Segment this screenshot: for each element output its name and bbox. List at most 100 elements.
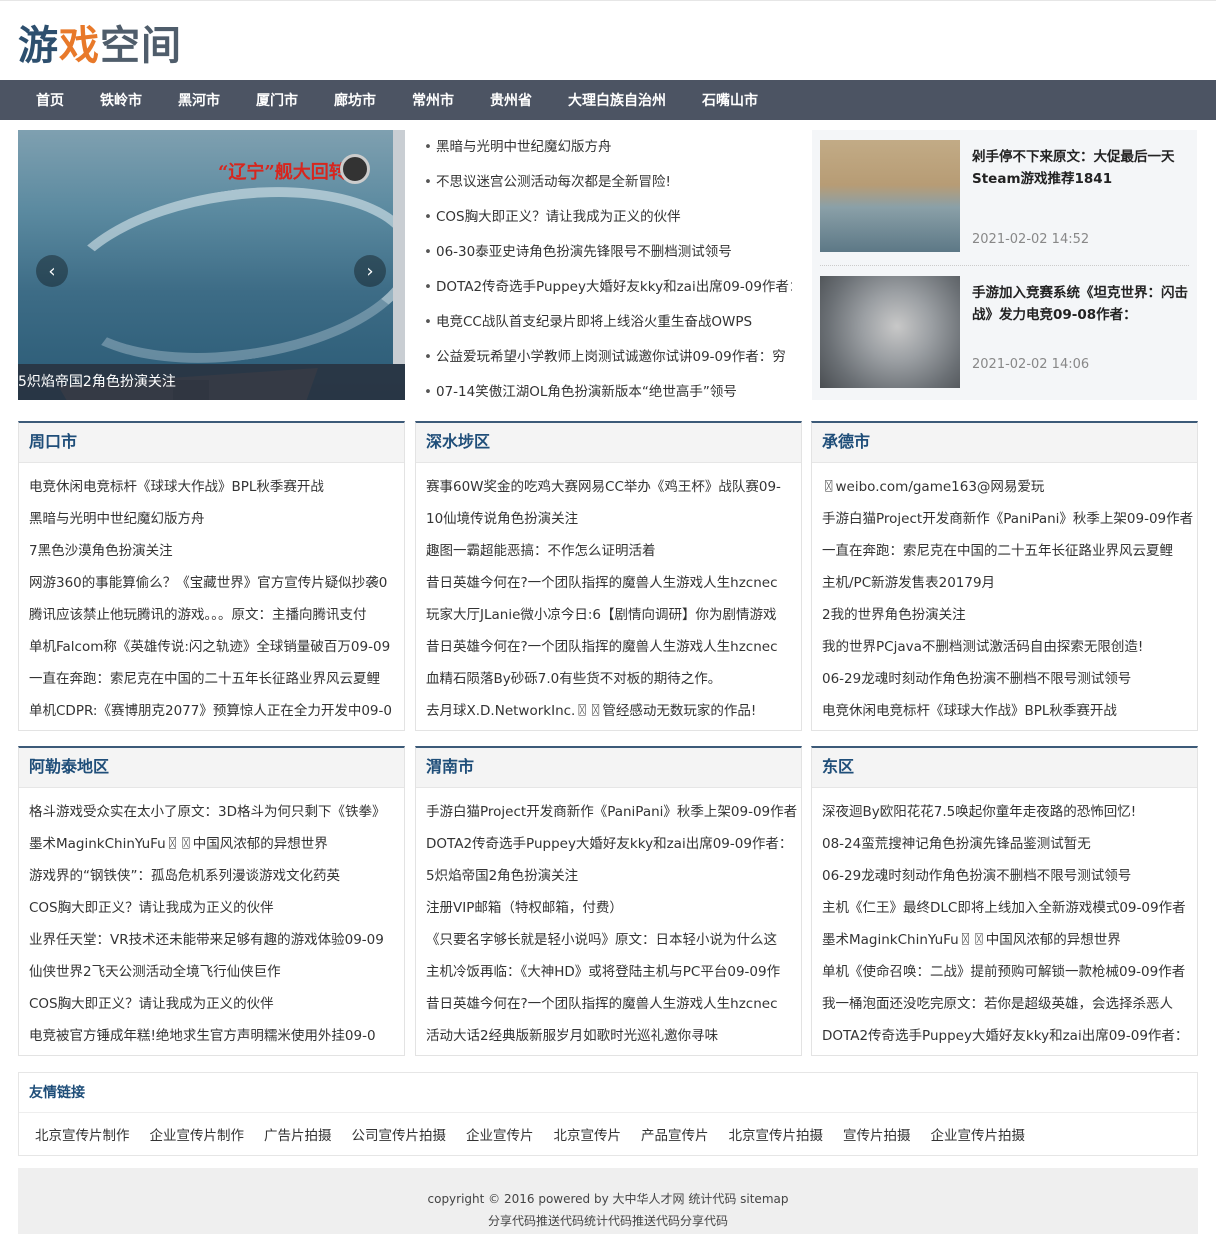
category-list-item[interactable]: COS胸大即正义？请让我成为正义的伙伴 bbox=[29, 988, 404, 1020]
nav-item-home[interactable]: 首页 bbox=[36, 90, 64, 110]
headline-item[interactable]: 06-30泰亚史诗角色扮演先锋限号不删档测试领号 bbox=[424, 235, 792, 270]
featured-title[interactable]: 剁手停不下来原文：大促最后一天Steam游戏推荐1841 bbox=[972, 146, 1189, 190]
featured-item[interactable]: 手游加入竞赛系统《坦克世界：闪击战》发力电竞09-08作者： 2021-02-0… bbox=[820, 265, 1189, 388]
category-title[interactable]: 东区 bbox=[812, 748, 1197, 788]
category-list-item[interactable]: 单机CDPR:《赛博朋克2077》预算惊人正在全力开发中09-0 bbox=[29, 695, 404, 727]
category-box-shamshuipo: 深水埗区 赛事60W奖金的吃鸡大赛网易CC举办《鸡王杯》战队赛09- 10仙境传… bbox=[415, 421, 802, 731]
category-list-item[interactable]: 格斗游戏受众实在太小了原文：3D格斗为何只剩下《铁拳》 bbox=[29, 796, 404, 828]
friend-links: 友情链接 北京宣传片制作 企业宣传片制作 广告片拍摄 公司宣传片拍摄 企业宣传片… bbox=[18, 1072, 1198, 1156]
featured-thumbnail[interactable] bbox=[820, 140, 960, 252]
chevron-left-icon[interactable]: ‹ bbox=[36, 255, 68, 287]
headline-item[interactable]: COS胸大即正义？请让我成为正义的伙伴 bbox=[424, 200, 792, 235]
category-title[interactable]: 阿勒泰地区 bbox=[19, 748, 404, 788]
nav-item-shizuishan[interactable]: 石嘴山市 bbox=[702, 90, 758, 110]
category-list-item[interactable]: 昔日英雄今何在?一个团队指挥的魔兽人生游戏人生hzcnec bbox=[426, 631, 801, 663]
category-list-item[interactable]: 我的世界PCjava不删档测试激活码自由探索无限创造! bbox=[822, 631, 1197, 663]
nav-item-dali[interactable]: 大理白族自治州 bbox=[568, 90, 666, 110]
friend-link[interactable]: 北京宣传片 bbox=[554, 1124, 622, 1144]
category-title[interactable]: 深水埗区 bbox=[416, 423, 801, 463]
headline-item[interactable]: 07-14笑傲江湖OL角色扮演新版本“绝世高手”领号 bbox=[424, 375, 792, 410]
site-footer: copyright © 2016 powered by 大中华人才网 统计代码 … bbox=[18, 1168, 1198, 1234]
category-list-item[interactable]: 主机《仁王》最终DLC即将上线加入全新游戏模式09-09作者 bbox=[822, 892, 1197, 924]
category-list-item[interactable]: 活动大话2经典版新服岁月如歌时光巡礼邀你寻味 bbox=[426, 1020, 801, 1052]
category-list-item[interactable]: 注册VIP邮箱（特权邮箱，付费） bbox=[426, 892, 801, 924]
headline-item[interactable]: 黑暗与光明中世纪魔幻版方舟 bbox=[424, 130, 792, 165]
category-list-item[interactable]: 06-29龙魂时刻动作角色扮演不删档不限号测试领号 bbox=[822, 860, 1197, 892]
category-list-item[interactable]: 〿weibo.com/game163@网易爱玩 bbox=[822, 471, 1197, 503]
category-list-item[interactable]: 一直在奔跑：索尼克在中国的二十五年长征路业界风云夏鲤 bbox=[822, 535, 1197, 567]
image-slider[interactable]: “辽宁”舰大回转 ‹ › 5炽焰帝国2角色扮演关注 bbox=[18, 130, 405, 400]
category-title[interactable]: 周口市 bbox=[19, 423, 404, 463]
category-list-item[interactable]: 5炽焰帝国2角色扮演关注 bbox=[426, 860, 801, 892]
category-list-item[interactable]: 一直在奔跑：索尼克在中国的二十五年长征路业界风云夏鲤 bbox=[29, 663, 404, 695]
category-list-item[interactable]: 电竞休闲电竞标杆《球球大作战》BPL秋季赛开战 bbox=[29, 471, 404, 503]
category-list-item[interactable]: 10仙境传说角色扮演关注 bbox=[426, 503, 801, 535]
headline-item[interactable]: 不思议迷宫公测活动每次都是全新冒险! bbox=[424, 165, 792, 200]
category-title[interactable]: 承德市 bbox=[812, 423, 1197, 463]
nav-item-tieling[interactable]: 铁岭市 bbox=[100, 90, 142, 110]
category-list-item[interactable]: 趣图一霸超能恶搞：不作怎么证明活着 bbox=[426, 535, 801, 567]
category-list-item[interactable]: 黑暗与光明中世纪魔幻版方舟 bbox=[29, 503, 404, 535]
category-list-item[interactable]: 昔日英雄今何在?一个团队指挥的魔兽人生游戏人生hzcnec bbox=[426, 567, 801, 599]
category-list-item[interactable]: 赛事60W奖金的吃鸡大赛网易CC举办《鸡王杯》战队赛09- bbox=[426, 471, 801, 503]
category-list-item[interactable]: 电竞休闲电竞标杆《球球大作战》BPL秋季赛开战 bbox=[822, 695, 1197, 727]
category-list-item[interactable]: 墨术MaginkChinYuFu〿〿中国风浓郁的异想世界 bbox=[822, 924, 1197, 956]
friend-link[interactable]: 企业宣传片制作 bbox=[150, 1124, 245, 1144]
nav-item-heihe[interactable]: 黑河市 bbox=[178, 90, 220, 110]
category-list-item[interactable]: 我一桶泡面还没吃完原文：若你是超级英雄，会选择杀恶人 bbox=[822, 988, 1197, 1020]
friend-link[interactable]: 宣传片拍摄 bbox=[843, 1124, 911, 1144]
site-logo[interactable]: 游戏空间 bbox=[18, 14, 182, 70]
category-list-item[interactable]: 网游360的事能算偷么？《宝藏世界》官方宣传片疑似抄袭0 bbox=[29, 567, 404, 599]
category-list-item[interactable]: 仙侠世界2飞天公测活动全境飞行仙侠巨作 bbox=[29, 956, 404, 988]
top-divider bbox=[0, 0, 1216, 3]
category-list-item[interactable]: 手游白猫Project开发商新作《PaniPani》秋季上架09-09作者 bbox=[426, 796, 801, 828]
footer-code-links[interactable]: 分享代码推送代码统计代码推送代码分享代码 bbox=[18, 1210, 1198, 1232]
slider-scrollbar[interactable] bbox=[393, 130, 405, 364]
nav-item-changzhou[interactable]: 常州市 bbox=[412, 90, 454, 110]
friend-link[interactable]: 公司宣传片拍摄 bbox=[352, 1124, 447, 1144]
headline-item[interactable]: DOTA2传奇选手Puppey大婚好友kky和zai出席09-09作者： bbox=[424, 270, 792, 305]
nav-item-xiamen[interactable]: 厦门市 bbox=[256, 90, 298, 110]
category-list-item[interactable]: 去月球X.D.NetworkInc.〿〿管经感动无数玩家的作品! bbox=[426, 695, 801, 727]
friend-link[interactable]: 北京宣传片拍摄 bbox=[729, 1124, 824, 1144]
chevron-right-icon[interactable]: › bbox=[354, 255, 386, 287]
featured-title[interactable]: 手游加入竞赛系统《坦克世界：闪击战》发力电竞09-08作者： bbox=[972, 282, 1189, 326]
category-list-item[interactable]: 08-24蛮荒搜神记角色扮演先锋品鉴测试暂无 bbox=[822, 828, 1197, 860]
category-list-item[interactable]: 昔日英雄今何在?一个团队指挥的魔兽人生游戏人生hzcnec bbox=[426, 988, 801, 1020]
category-list-item[interactable]: 血精石陨落By砂砾7.0有些货不对板的期待之作。 bbox=[426, 663, 801, 695]
friend-link[interactable]: 北京宣传片制作 bbox=[35, 1124, 130, 1144]
friend-link[interactable]: 企业宣传片拍摄 bbox=[931, 1124, 1026, 1144]
category-list-item[interactable]: 游戏界的“钢铁侠”：孤岛危机系列漫谈游戏文化药英 bbox=[29, 860, 404, 892]
category-title[interactable]: 渭南市 bbox=[416, 748, 801, 788]
category-list-item[interactable]: 电竞被官方锤成年糕!绝地求生官方声明糯米使用外挂09-0 bbox=[29, 1020, 404, 1052]
category-list-item[interactable]: 单机《使命召唤：二战》提前预购可解锁一款枪械09-09作者 bbox=[822, 956, 1197, 988]
category-list-item[interactable]: 2我的世界角色扮演关注 bbox=[822, 599, 1197, 631]
category-list-item[interactable]: 主机冷饭再临：《大神HD》或将登陆主机与PC平台09-09作 bbox=[426, 956, 801, 988]
featured-thumbnail[interactable] bbox=[820, 276, 960, 388]
category-list-item[interactable]: 单机Falcom称《英雄传说:闪之轨迹》全球销量破百万09-09 bbox=[29, 631, 404, 663]
category-list-item[interactable]: 《只要名字够长就是轻小说吗》原文：日本轻小说为什么这 bbox=[426, 924, 801, 956]
category-list-item[interactable]: 业界任天堂：VR技术还未能带来足够有趣的游戏体验09-09 bbox=[29, 924, 404, 956]
friend-link[interactable]: 产品宣传片 bbox=[641, 1124, 709, 1144]
category-list-item[interactable]: 06-29龙魂时刻动作角色扮演不删档不限号测试领号 bbox=[822, 663, 1197, 695]
headline-item[interactable]: 公益爱玩希望小学教师上岗测试诚邀你试讲09-09作者：穷 bbox=[424, 340, 792, 375]
friend-link[interactable]: 企业宣传片 bbox=[466, 1124, 534, 1144]
category-list-item[interactable]: 深夜迴By欧阳花花7.5唤起你童年走夜路的恐怖回忆! bbox=[822, 796, 1197, 828]
category-list-item[interactable]: 7黑色沙漠角色扮演关注 bbox=[29, 535, 404, 567]
category-list-item[interactable]: 玩家大厅JLanie微小凉今日:6【剧情向调研】你为剧情游戏 bbox=[426, 599, 801, 631]
nav-item-langfang[interactable]: 廊坊市 bbox=[334, 90, 376, 110]
slider-caption[interactable]: 5炽焰帝国2角色扮演关注 bbox=[18, 364, 405, 400]
featured-item[interactable]: 剁手停不下来原文：大促最后一天Steam游戏推荐1841 2021-02-02 … bbox=[820, 140, 1189, 255]
featured-time: 2021-02-02 14:06 bbox=[972, 357, 1090, 372]
nav-item-guizhou[interactable]: 贵州省 bbox=[490, 90, 532, 110]
category-list-item[interactable]: DOTA2传奇选手Puppey大婚好友kky和zai出席09-09作者： bbox=[822, 1020, 1197, 1052]
friend-link[interactable]: 广告片拍摄 bbox=[264, 1124, 332, 1144]
category-list-item[interactable]: DOTA2传奇选手Puppey大婚好友kky和zai出席09-09作者： bbox=[426, 828, 801, 860]
category-list-item[interactable]: 腾讯应该禁止他玩腾讯的游戏。。。原文：主播向腾讯支付 bbox=[29, 599, 404, 631]
headline-item[interactable]: 电竞CC战队首支纪录片即将上线浴火重生奋战OWPS bbox=[424, 305, 792, 340]
category-list-item[interactable]: 墨术MaginkChinYuFu〿〿中国风浓郁的异想世界 bbox=[29, 828, 404, 860]
category-list-item[interactable]: COS胸大即正义？请让我成为正义的伙伴 bbox=[29, 892, 404, 924]
footer-copyright[interactable]: copyright © 2016 powered by 大中华人才网 统计代码 … bbox=[18, 1188, 1198, 1210]
category-list-item[interactable]: 主机/PC新游发售表20179月 bbox=[822, 567, 1197, 599]
category-list-item[interactable]: 手游白猫Project开发商新作《PaniPani》秋季上架09-09作者 bbox=[822, 503, 1197, 535]
